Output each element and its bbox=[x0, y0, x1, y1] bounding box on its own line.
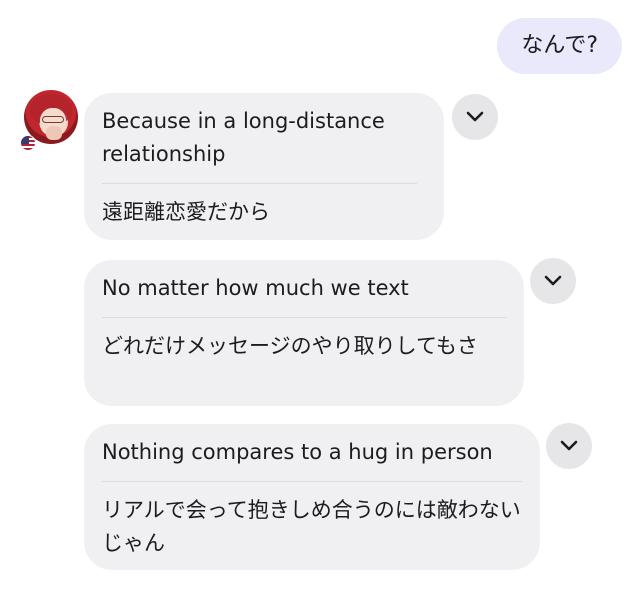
message-japanese-text: リアルで会って抱きしめ合うのには敵わないじゃん bbox=[102, 498, 521, 555]
message-english-text: No matter how much we text bbox=[102, 272, 507, 318]
message-japanese-text: どれだけメッセージのやり取りしてもさ bbox=[102, 334, 478, 358]
outgoing-message-text: なんで? bbox=[521, 33, 598, 58]
expand-message-button[interactable] bbox=[546, 423, 592, 469]
us-flag-icon bbox=[20, 135, 36, 151]
expand-message-button[interactable] bbox=[452, 94, 498, 140]
expand-message-button[interactable] bbox=[530, 258, 576, 304]
message-english-text: Nothing compares to a hug in person bbox=[102, 436, 522, 482]
message-japanese-text: 遠距離恋愛だから bbox=[102, 200, 270, 224]
message-english-text: Because in a long-distance relationship bbox=[102, 105, 417, 184]
avatar-hand bbox=[46, 126, 62, 140]
chevron-down-icon bbox=[560, 440, 578, 451]
incoming-message-card[interactable]: Nothing compares to a hug in person リアルで… bbox=[84, 424, 540, 570]
outgoing-message-bubble[interactable]: なんで? bbox=[497, 18, 622, 74]
incoming-message-card[interactable]: Because in a long-distance relationship … bbox=[84, 93, 444, 240]
incoming-message-card[interactable]: No matter how much we text どれだけメッセージのやり取… bbox=[84, 260, 524, 406]
chevron-down-icon bbox=[466, 111, 484, 122]
chevron-down-icon bbox=[544, 275, 562, 286]
avatar-glasses bbox=[42, 116, 64, 123]
